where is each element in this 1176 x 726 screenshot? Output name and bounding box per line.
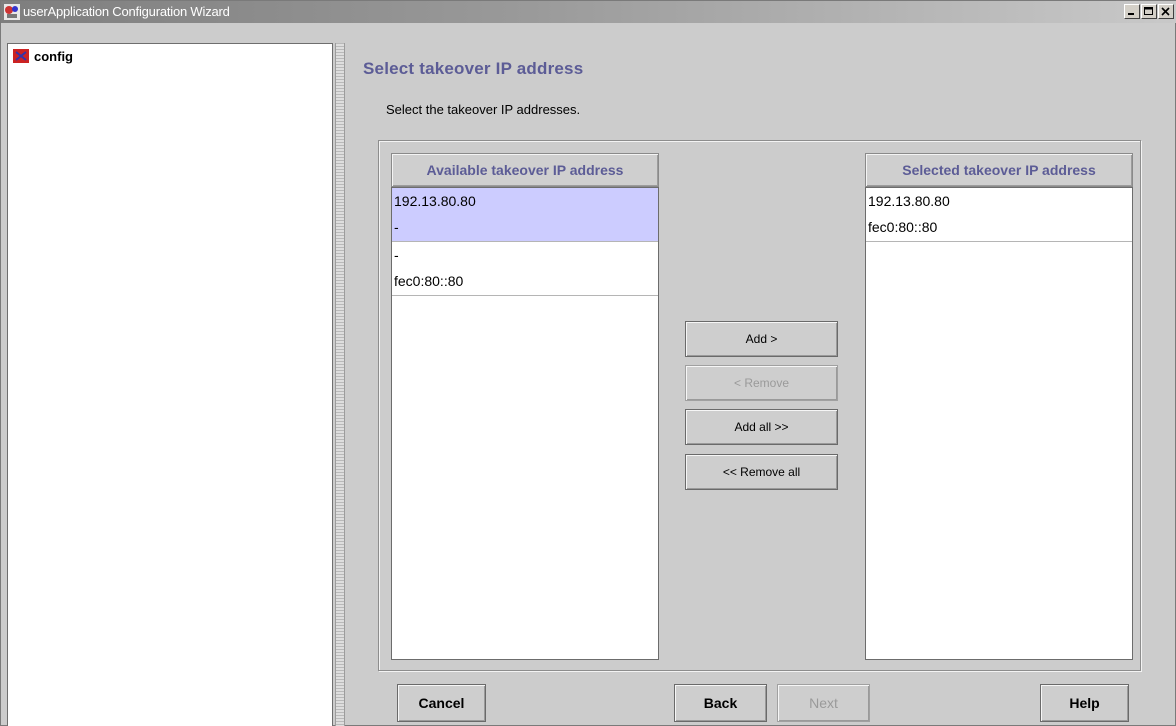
title-bar[interactable]: userApplication Configuration Wizard [1, 1, 1176, 23]
list-item-line: fec0:80::80 [868, 219, 938, 235]
list-item-line: - [394, 219, 399, 235]
available-list-header: Available takeover IP address [391, 153, 659, 187]
instruction-text: Select the takeover IP addresses. [386, 102, 581, 117]
list-item[interactable]: 192.13.80.80 - [392, 188, 658, 242]
maximize-button[interactable] [1141, 4, 1157, 19]
wizard-window: userApplication Configuration Wizard con… [0, 0, 1176, 726]
remove-button[interactable]: < Remove [685, 365, 838, 401]
add-all-button[interactable]: Add all >> [685, 409, 838, 445]
next-button[interactable]: Next [777, 684, 870, 722]
window-title: userApplication Configuration Wizard [23, 4, 230, 19]
selected-ip-list-panel: Selected takeover IP address 192.13.80.8… [865, 153, 1133, 660]
close-button[interactable] [1158, 4, 1174, 19]
list-item-line: - [394, 247, 399, 263]
remove-all-button[interactable]: << Remove all [685, 454, 838, 490]
list-item[interactable]: 192.13.80.80 fec0:80::80 [866, 188, 1132, 242]
panel-splitter[interactable] [335, 43, 345, 726]
page-title: Select takeover IP address [363, 59, 584, 78]
config-tree[interactable]: config [7, 43, 333, 726]
back-button[interactable]: Back [674, 684, 767, 722]
add-button[interactable]: Add > [685, 321, 838, 357]
available-ip-list-panel: Available takeover IP address 192.13.80.… [391, 153, 659, 660]
close-icon [1161, 7, 1170, 16]
selected-list-header: Selected takeover IP address [865, 153, 1133, 187]
maximize-icon [1144, 7, 1153, 15]
help-button[interactable]: Help [1040, 684, 1129, 722]
list-item-line: 192.13.80.80 [394, 193, 476, 209]
config-node-icon [13, 49, 29, 63]
minimize-button[interactable] [1124, 4, 1140, 19]
available-ip-list[interactable]: 192.13.80.80 - - fec0:80::80 [391, 187, 659, 660]
tree-item-config[interactable]: config [12, 47, 73, 65]
app-icon [4, 4, 20, 20]
list-item-line: fec0:80::80 [394, 273, 464, 289]
selected-ip-list[interactable]: 192.13.80.80 fec0:80::80 [865, 187, 1133, 660]
cancel-button[interactable]: Cancel [397, 684, 486, 722]
list-item[interactable]: - fec0:80::80 [392, 242, 658, 296]
minimize-icon [1128, 13, 1134, 15]
tree-item-label: config [34, 48, 73, 64]
list-item-line: 192.13.80.80 [868, 193, 950, 209]
